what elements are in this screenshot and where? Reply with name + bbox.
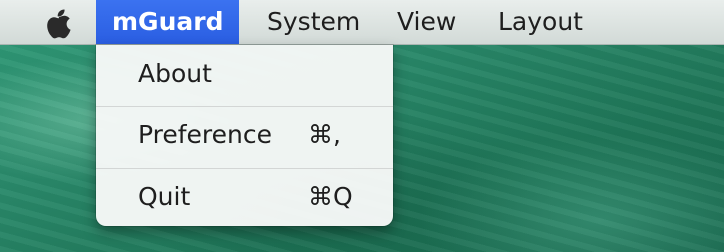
menu-item-about[interactable]: About bbox=[96, 51, 393, 97]
keyboard-shortcut: ⌘Q bbox=[308, 182, 353, 211]
menu-item-quit[interactable]: Quit ⌘Q bbox=[96, 174, 393, 220]
menu-item-label: Preference bbox=[138, 120, 273, 149]
mguard-dropdown-menu: About Preference ⌘, Quit ⌘Q bbox=[96, 45, 393, 226]
keyboard-shortcut: ⌘, bbox=[308, 120, 341, 149]
menu-separator bbox=[96, 106, 393, 107]
menu-separator bbox=[96, 168, 393, 169]
menu-item-label: About bbox=[138, 59, 212, 88]
menu-system[interactable]: System bbox=[267, 0, 360, 44]
menu-item-label: Quit bbox=[138, 182, 191, 211]
apple-logo-icon[interactable] bbox=[44, 7, 74, 39]
menu-bar: mGuard System View Layout bbox=[0, 0, 724, 45]
menu-mguard[interactable]: mGuard bbox=[96, 0, 240, 44]
menu-item-preference[interactable]: Preference ⌘, bbox=[96, 112, 393, 158]
menu-view[interactable]: View bbox=[397, 0, 456, 44]
menu-layout[interactable]: Layout bbox=[498, 0, 583, 44]
